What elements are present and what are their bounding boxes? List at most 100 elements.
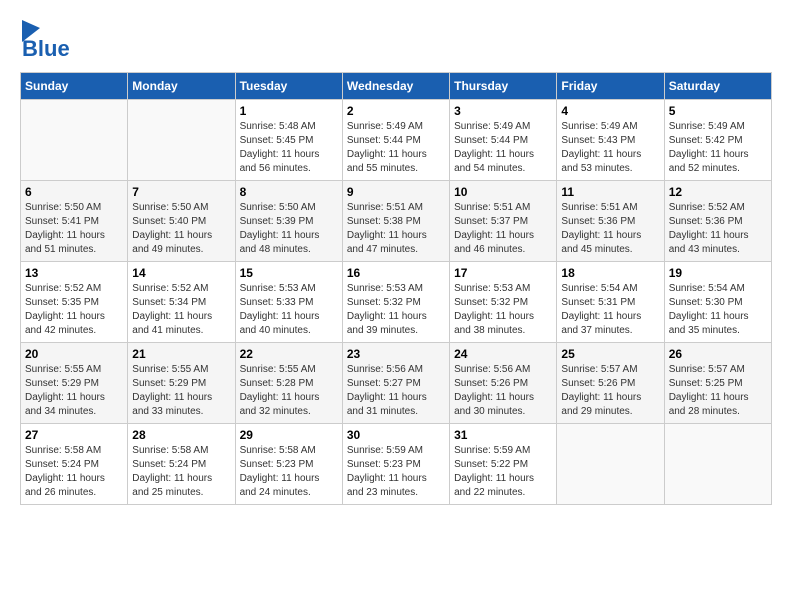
day-info: Sunrise: 5:55 AMSunset: 5:29 PMDaylight:… xyxy=(132,363,230,419)
calendar-table: SundayMondayTuesdayWednesdayThursdayFrid… xyxy=(20,72,772,505)
day-number: 5 xyxy=(669,104,767,118)
day-number: 24 xyxy=(454,347,552,361)
day-number: 3 xyxy=(454,104,552,118)
day-number: 31 xyxy=(454,428,552,442)
day-info: Sunrise: 5:59 AMSunset: 5:23 PMDaylight:… xyxy=(347,444,445,500)
day-info: Sunrise: 5:49 AMSunset: 5:44 PMDaylight:… xyxy=(347,120,445,176)
day-info: Sunrise: 5:55 AMSunset: 5:28 PMDaylight:… xyxy=(240,363,338,419)
day-number: 7 xyxy=(132,185,230,199)
calendar-cell: 29 Sunrise: 5:58 AMSunset: 5:23 PMDayligh… xyxy=(235,424,342,505)
logo: Blue xyxy=(20,20,70,62)
day-number: 22 xyxy=(240,347,338,361)
day-info: Sunrise: 5:57 AMSunset: 5:26 PMDaylight:… xyxy=(561,363,659,419)
day-info: Sunrise: 5:56 AMSunset: 5:26 PMDaylight:… xyxy=(454,363,552,419)
calendar-cell: 26 Sunrise: 5:57 AMSunset: 5:25 PMDayligh… xyxy=(664,343,771,424)
day-info: Sunrise: 5:48 AMSunset: 5:45 PMDaylight:… xyxy=(240,120,338,176)
day-info: Sunrise: 5:52 AMSunset: 5:34 PMDaylight:… xyxy=(132,282,230,338)
day-number: 15 xyxy=(240,266,338,280)
day-info: Sunrise: 5:53 AMSunset: 5:33 PMDaylight:… xyxy=(240,282,338,338)
day-number: 17 xyxy=(454,266,552,280)
day-number: 1 xyxy=(240,104,338,118)
calendar-cell: 20 Sunrise: 5:55 AMSunset: 5:29 PMDayligh… xyxy=(21,343,128,424)
day-number: 29 xyxy=(240,428,338,442)
day-number: 20 xyxy=(25,347,123,361)
calendar-cell: 4Sunrise: 5:49 AMSunset: 5:43 PMDaylight… xyxy=(557,100,664,181)
calendar-cell: 30Sunrise: 5:59 AMSunset: 5:23 PMDayligh… xyxy=(342,424,449,505)
day-number: 25 xyxy=(561,347,659,361)
calendar-cell: 27Sunrise: 5:58 AMSunset: 5:24 PMDayligh… xyxy=(21,424,128,505)
day-info: Sunrise: 5:52 AMSunset: 5:36 PMDaylight:… xyxy=(669,201,767,257)
calendar-cell: 21Sunrise: 5:55 AMSunset: 5:29 PMDayligh… xyxy=(128,343,235,424)
calendar-cell: 5 Sunrise: 5:49 AMSunset: 5:42 PMDaylight… xyxy=(664,100,771,181)
calendar-cell xyxy=(664,424,771,505)
calendar-cell: 15 Sunrise: 5:53 AMSunset: 5:33 PMDayligh… xyxy=(235,262,342,343)
day-number: 10 xyxy=(454,185,552,199)
day-number: 4 xyxy=(561,104,659,118)
calendar-week-row: 1 Sunrise: 5:48 AMSunset: 5:45 PMDaylight… xyxy=(21,100,772,181)
day-info: Sunrise: 5:54 AMSunset: 5:30 PMDaylight:… xyxy=(669,282,767,338)
calendar-cell: 19Sunrise: 5:54 AMSunset: 5:30 PMDayligh… xyxy=(664,262,771,343)
logo-blue-text: Blue xyxy=(20,36,70,62)
day-info: Sunrise: 5:50 AMSunset: 5:40 PMDaylight:… xyxy=(132,201,230,257)
day-info: Sunrise: 5:51 AMSunset: 5:37 PMDaylight:… xyxy=(454,201,552,257)
day-info: Sunrise: 5:51 AMSunset: 5:36 PMDaylight:… xyxy=(561,201,659,257)
day-info: Sunrise: 5:53 AMSunset: 5:32 PMDaylight:… xyxy=(454,282,552,338)
day-number: 11 xyxy=(561,185,659,199)
calendar-cell: 17 Sunrise: 5:53 AMSunset: 5:32 PMDayligh… xyxy=(450,262,557,343)
calendar-cell: 11 Sunrise: 5:51 AMSunset: 5:36 PMDayligh… xyxy=(557,181,664,262)
day-info: Sunrise: 5:57 AMSunset: 5:25 PMDaylight:… xyxy=(669,363,767,419)
day-info: Sunrise: 5:58 AMSunset: 5:24 PMDaylight:… xyxy=(25,444,123,500)
day-number: 26 xyxy=(669,347,767,361)
day-info: Sunrise: 5:58 AMSunset: 5:23 PMDaylight:… xyxy=(240,444,338,500)
calendar-cell xyxy=(128,100,235,181)
day-info: Sunrise: 5:50 AMSunset: 5:41 PMDaylight:… xyxy=(25,201,123,257)
calendar-cell: 28 Sunrise: 5:58 AMSunset: 5:24 PMDayligh… xyxy=(128,424,235,505)
calendar-cell: 8 Sunrise: 5:50 AMSunset: 5:39 PMDaylight… xyxy=(235,181,342,262)
day-number: 13 xyxy=(25,266,123,280)
calendar-cell: 9Sunrise: 5:51 AMSunset: 5:38 PMDaylight… xyxy=(342,181,449,262)
calendar-cell: 12 Sunrise: 5:52 AMSunset: 5:36 PMDayligh… xyxy=(664,181,771,262)
day-info: Sunrise: 5:55 AMSunset: 5:29 PMDaylight:… xyxy=(25,363,123,419)
calendar-cell: 2 Sunrise: 5:49 AMSunset: 5:44 PMDaylight… xyxy=(342,100,449,181)
col-header-monday: Monday xyxy=(128,73,235,100)
day-info: Sunrise: 5:59 AMSunset: 5:22 PMDaylight:… xyxy=(454,444,552,500)
day-info: Sunrise: 5:56 AMSunset: 5:27 PMDaylight:… xyxy=(347,363,445,419)
col-header-wednesday: Wednesday xyxy=(342,73,449,100)
day-info: Sunrise: 5:49 AMSunset: 5:44 PMDaylight:… xyxy=(454,120,552,176)
day-info: Sunrise: 5:58 AMSunset: 5:24 PMDaylight:… xyxy=(132,444,230,500)
calendar-cell: 22 Sunrise: 5:55 AMSunset: 5:28 PMDayligh… xyxy=(235,343,342,424)
calendar-cell: 7 Sunrise: 5:50 AMSunset: 5:40 PMDaylight… xyxy=(128,181,235,262)
calendar-cell: 10 Sunrise: 5:51 AMSunset: 5:37 PMDayligh… xyxy=(450,181,557,262)
day-number: 8 xyxy=(240,185,338,199)
day-info: Sunrise: 5:54 AMSunset: 5:31 PMDaylight:… xyxy=(561,282,659,338)
day-number: 9 xyxy=(347,185,445,199)
calendar-cell: 25 Sunrise: 5:57 AMSunset: 5:26 PMDayligh… xyxy=(557,343,664,424)
calendar-week-row: 13 Sunrise: 5:52 AMSunset: 5:35 PMDayligh… xyxy=(21,262,772,343)
day-info: Sunrise: 5:53 AMSunset: 5:32 PMDaylight:… xyxy=(347,282,445,338)
col-header-saturday: Saturday xyxy=(664,73,771,100)
day-number: 2 xyxy=(347,104,445,118)
day-number: 23 xyxy=(347,347,445,361)
calendar-week-row: 6Sunrise: 5:50 AMSunset: 5:41 PMDaylight… xyxy=(21,181,772,262)
day-number: 18 xyxy=(561,266,659,280)
col-header-sunday: Sunday xyxy=(21,73,128,100)
day-number: 14 xyxy=(132,266,230,280)
calendar-cell: 31 Sunrise: 5:59 AMSunset: 5:22 PMDayligh… xyxy=(450,424,557,505)
day-info: Sunrise: 5:50 AMSunset: 5:39 PMDaylight:… xyxy=(240,201,338,257)
day-number: 12 xyxy=(669,185,767,199)
calendar-cell xyxy=(21,100,128,181)
calendar-cell: 6Sunrise: 5:50 AMSunset: 5:41 PMDaylight… xyxy=(21,181,128,262)
calendar-cell: 23 Sunrise: 5:56 AMSunset: 5:27 PMDayligh… xyxy=(342,343,449,424)
calendar-header-row: SundayMondayTuesdayWednesdayThursdayFrid… xyxy=(21,73,772,100)
calendar-cell: 1 Sunrise: 5:48 AMSunset: 5:45 PMDaylight… xyxy=(235,100,342,181)
day-info: Sunrise: 5:49 AMSunset: 5:42 PMDaylight:… xyxy=(669,120,767,176)
calendar-cell: 14 Sunrise: 5:52 AMSunset: 5:34 PMDayligh… xyxy=(128,262,235,343)
day-number: 28 xyxy=(132,428,230,442)
calendar-cell xyxy=(557,424,664,505)
day-info: Sunrise: 5:52 AMSunset: 5:35 PMDaylight:… xyxy=(25,282,123,338)
calendar-week-row: 27Sunrise: 5:58 AMSunset: 5:24 PMDayligh… xyxy=(21,424,772,505)
day-number: 16 xyxy=(347,266,445,280)
col-header-tuesday: Tuesday xyxy=(235,73,342,100)
page-header: Blue xyxy=(20,20,772,62)
calendar-cell: 13 Sunrise: 5:52 AMSunset: 5:35 PMDayligh… xyxy=(21,262,128,343)
